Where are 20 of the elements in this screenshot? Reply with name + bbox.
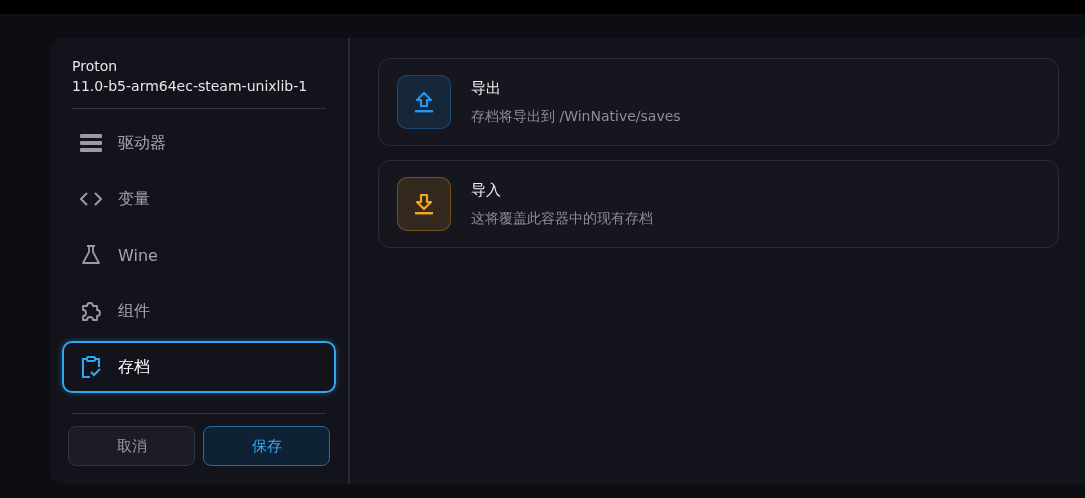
code-icon bbox=[80, 191, 102, 207]
action-title: 导出 bbox=[471, 78, 502, 98]
action-title: 导入 bbox=[471, 180, 502, 200]
list-icon bbox=[80, 134, 102, 152]
sidebar-item[interactable]: Wine bbox=[62, 229, 336, 281]
container-version: 11.0-b5-arm64ec-steam-unixlib-1 bbox=[72, 78, 309, 94]
flask-icon bbox=[80, 245, 102, 265]
sidebar-item[interactable]: 组件 bbox=[62, 285, 336, 337]
action-card[interactable]: 导入 这将覆盖此容器中的现有存档 bbox=[378, 160, 1059, 248]
action-card[interactable]: 导出 存档将导出到 /WinNative/saves bbox=[378, 58, 1059, 146]
cancel-button[interactable]: 取消 bbox=[68, 426, 195, 466]
sidebar-item[interactable]: 驱动器 bbox=[62, 117, 336, 169]
puzzle-icon bbox=[80, 300, 102, 322]
container-runner: Proton bbox=[72, 58, 119, 74]
action-description: 存档将导出到 /WinNative/saves bbox=[471, 107, 681, 126]
sidebar-item[interactable]: 存档 bbox=[62, 341, 336, 393]
action-description: 这将覆盖此容器中的现有存档 bbox=[471, 209, 653, 228]
clipboard-check-icon bbox=[80, 356, 102, 378]
save-button[interactable]: 保存 bbox=[203, 426, 330, 466]
sidebar-item[interactable]: 变量 bbox=[62, 173, 336, 225]
